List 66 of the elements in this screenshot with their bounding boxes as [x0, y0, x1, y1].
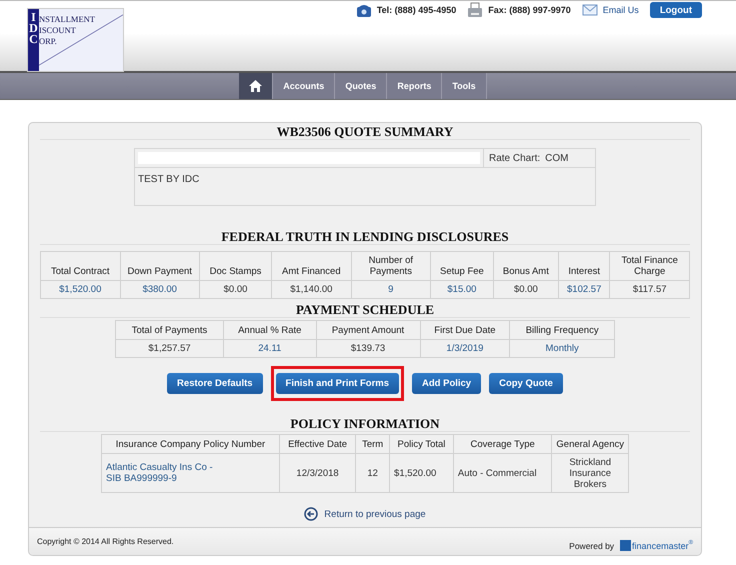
column-header: Total of Payments [116, 320, 224, 340]
table-cell: $1,257.57 [116, 340, 224, 358]
field-label: Rate Chart: [489, 152, 540, 164]
column-header: Term [356, 434, 390, 454]
column-header: Interest [558, 252, 610, 280]
table-cell: $1,140.00 [272, 280, 352, 298]
contact-text: Fax: (888) 997-9970 [488, 5, 571, 15]
back-link[interactable]: Return to previous page [324, 508, 426, 520]
table-cell: Monthly [510, 340, 614, 358]
table-cell-text: 12/3/2018 [295, 468, 340, 478]
column-header: Bonus Amt [493, 252, 558, 280]
table-cell-text: 12 [366, 468, 379, 478]
action-button[interactable]: Copy Quote [489, 373, 563, 394]
column-header: Down Payment [120, 252, 200, 280]
table-cell-text: Strickland Insurance Brokers [568, 456, 612, 490]
action-button[interactable]: Restore Defaults [167, 373, 263, 394]
table-cell: $1,520.00 [40, 280, 120, 298]
table-cell: $380.00 [120, 280, 200, 298]
email-link[interactable]: Email Us [602, 5, 639, 15]
column-header: Payment Amount [316, 320, 420, 340]
field-value: COM [545, 152, 568, 164]
home-icon [249, 80, 262, 92]
section-title: WB23506 QUOTE SUMMARY [40, 123, 690, 140]
table-cell: $0.00 [200, 280, 272, 298]
section-title: POLICY INFORMATION [40, 415, 690, 432]
column-header: Total Contract [40, 252, 120, 280]
column-header: Amt Financed [272, 252, 352, 280]
section-title: FEDERAL TRUTH IN LENDING DISCLOSURES [40, 228, 690, 245]
column-header: Number of Payments [351, 252, 431, 280]
nav-tab[interactable]: Quotes [335, 73, 388, 99]
column-header: General Agency [552, 434, 628, 454]
column-header: Setup Fee [430, 252, 494, 280]
note-text: TEST BY IDC [138, 174, 200, 185]
table-cell: $15.00 [430, 280, 494, 298]
table-cell: $117.57 [610, 280, 690, 298]
table-cell-text: Auto - Commercial [458, 468, 538, 478]
column-header: Coverage Type [453, 434, 552, 454]
table-cell: $102.57 [558, 280, 610, 298]
nav-tab[interactable]: Tools [442, 73, 487, 99]
column-header: First Due Date [420, 320, 510, 340]
table-cell: $139.73 [316, 340, 420, 358]
action-button[interactable]: Add Policy [412, 373, 482, 394]
column-header: Doc Stamps [200, 252, 272, 280]
nav-tab[interactable]: Reports [387, 73, 442, 99]
table-cell: 1/3/2019 [420, 340, 510, 358]
table-cell: 9 [351, 280, 431, 298]
envelope-icon [582, 2, 598, 18]
column-header: Effective Date [279, 434, 356, 454]
contact-text: Tel: (888) 495-4950 [376, 5, 456, 15]
nav-tab[interactable]: Accounts [273, 73, 336, 99]
action-button[interactable]: Finish and Print Forms [276, 373, 399, 394]
column-header: Annual % Rate [224, 320, 316, 340]
copyright-text: Copyright © 2014 All Rights Reserved. [37, 537, 174, 546]
powered-by-text: Powered by [569, 541, 614, 551]
column-header: Total Finance Charge [610, 252, 690, 280]
table-cell-text: $1,520.00 [394, 468, 438, 478]
brand-logo: financemaster$^{®}$ [620, 540, 693, 551]
table-cell: 24.11 [224, 340, 316, 358]
table-cell: $0.00 [493, 280, 558, 298]
fax-icon [467, 2, 484, 18]
home-tab[interactable] [239, 73, 274, 99]
column-header: Insurance Company Policy Number [102, 434, 280, 454]
column-header: Policy Total [390, 434, 454, 454]
logout-button[interactable]: Logout [650, 2, 702, 18]
section-title: PAYMENT SCHEDULE [40, 301, 690, 318]
column-header: Billing Frequency [510, 320, 614, 340]
